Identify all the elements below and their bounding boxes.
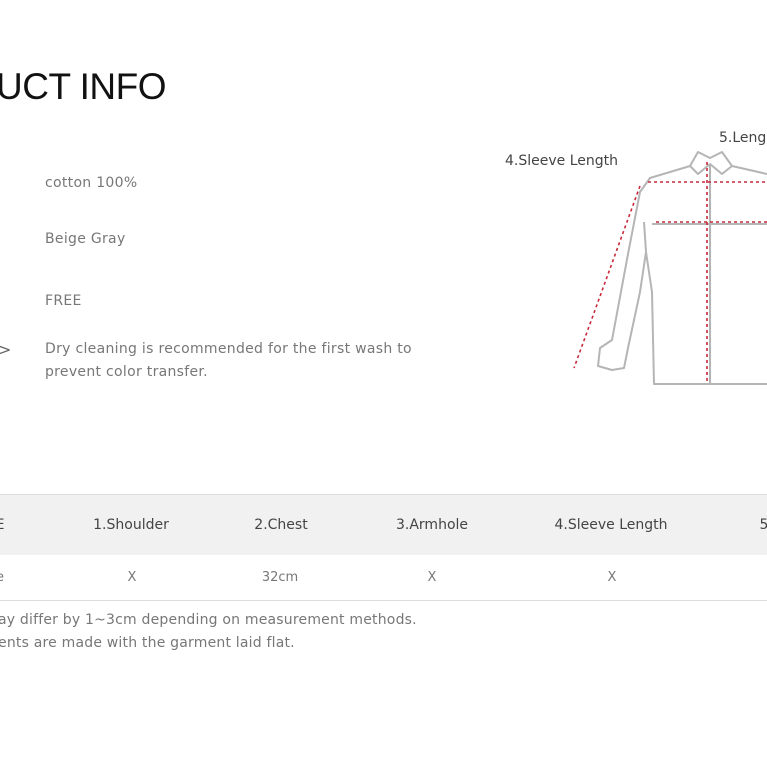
size-table-row: e X 32cm X X — [0, 555, 767, 601]
cell-chest: 32cm — [261, 570, 299, 585]
note-line-1: ay differ by 1~3cm depending on measurem… — [0, 612, 417, 628]
header-shoulder: 1.Shoulder — [93, 517, 169, 533]
shirt-outline-icon — [597, 151, 767, 385]
header-chest: 2.Chest — [254, 517, 308, 533]
color-value: Beige Gray — [45, 231, 126, 247]
length-label: 5.Leng — [719, 130, 766, 146]
header-length: 5 — [759, 517, 767, 533]
page-title: UCT INFO — [0, 66, 167, 107]
note-line-2: ents are made with the garment laid flat… — [0, 635, 295, 651]
shirt-measurement-diagram: 4.Sleeve Length 5.Leng — [505, 130, 767, 385]
cell-armhole: X — [427, 570, 437, 585]
header-sleeve-length: 4.Sleeve Length — [554, 517, 668, 533]
care-line-1: Dry cleaning is recommended for the firs… — [45, 341, 412, 357]
measurement-lines — [573, 162, 767, 384]
care-arrow-icon: > — [0, 340, 12, 359]
care-line-2: prevent color transfer. — [45, 364, 208, 380]
header-size: E — [0, 517, 4, 533]
product-info-page: UCT INFO cotton 100% Beige Gray FREE > D… — [0, 0, 767, 767]
cell-size: e — [0, 570, 4, 585]
cell-sleeve-length: X — [607, 570, 617, 585]
material-value: cotton 100% — [45, 175, 138, 191]
cell-shoulder: X — [127, 570, 137, 585]
size-table-header: E 1.Shoulder 2.Chest 3.Armhole 4.Sleeve … — [0, 494, 767, 555]
sleeve-length-label: 4.Sleeve Length — [505, 153, 618, 169]
header-armhole: 3.Armhole — [395, 517, 469, 533]
size-value: FREE — [45, 293, 82, 309]
